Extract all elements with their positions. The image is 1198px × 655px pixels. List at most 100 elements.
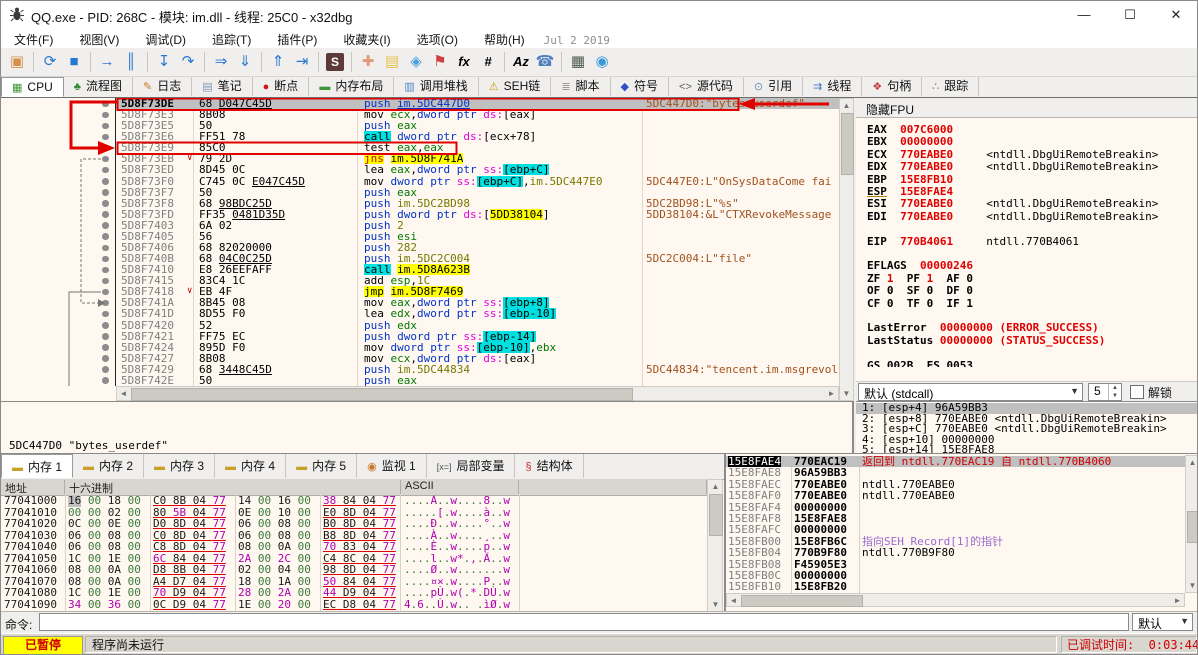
breakpoint-dot-icon[interactable] [102,288,109,296]
register-line[interactable]: CF 0 TF 0 IF 1 [867,297,1197,310]
command-mode-select[interactable]: 默认 ▼ [1132,613,1193,631]
patch-icon[interactable]: ✚ [356,50,380,74]
breakpoint-dot-icon[interactable] [102,100,109,107]
pause-icon[interactable]: ║ [119,50,143,74]
breakpoint-dot-icon[interactable] [102,222,109,229]
disasm-row[interactable]: 5D8F73F7 50 push eax [1,187,839,198]
notify-icon[interactable]: ☎ [533,50,557,74]
stack-rows[interactable]: 15E8FAE4 770EAC19 返回到 ntdll.770EAC19 自 ntd… [726,456,1185,593]
open-file-icon[interactable]: ▣ [5,50,29,74]
dump-tab-内存 1[interactable]: ▬ 内存 1 [1,454,74,478]
disasm-row[interactable]: 5D8F741D 8D55 F0 lea edx,dword ptr ss:[ebp… [1,308,839,320]
stepper-arrows-icon[interactable]: ▲ ▼ [1108,384,1121,400]
run-until-icon[interactable]: ⇥ [290,50,314,74]
breakpoint-dot-icon[interactable] [102,178,109,185]
tab-句柄[interactable]: ❖ 句柄 [862,77,923,96]
stack-row[interactable]: 15E8FB10 15E8FB20 [726,581,1185,593]
dump-row[interactable]: 77041090 34 00 36 00 0C D9 04 77 1E 00 20 0… [1,598,707,611]
close-button[interactable]: ✕ [1153,1,1197,29]
menu-文件(F)[interactable]: 文件(F) [1,29,66,48]
tab-内存布局[interactable]: ▬ 内存布局 [309,77,395,96]
tab-跟踪[interactable]: ∴ 跟踪 [922,77,980,96]
dump-tab-监视 1[interactable]: ◉ 监视 1 [357,454,427,478]
hash-icon[interactable]: # [476,50,500,74]
function-icon[interactable]: fx [452,50,476,74]
breakpoint-dot-icon[interactable] [102,255,109,263]
maximize-button[interactable]: ☐ [1107,1,1153,29]
donate-globe-icon[interactable]: ◉ [590,50,614,74]
step-over-icon[interactable]: ↷ [176,50,200,74]
menu-选项(O)[interactable]: 选项(O) [404,29,471,48]
arg-depth-stepper[interactable]: 5 ▲ ▼ [1088,383,1122,401]
breakpoint-dot-icon[interactable] [102,233,109,240]
breakpoint-dot-icon[interactable] [102,322,109,329]
breakpoint-dot-icon[interactable] [102,266,109,274]
breakpoint-dot-icon[interactable] [102,189,109,196]
menu-帮助(H)[interactable]: 帮助(H) [471,29,538,48]
breakpoint-dot-icon[interactable] [102,277,109,285]
tab-引用[interactable]: ⊙ 引用 [744,77,804,96]
hide-fpu-button[interactable]: 隐藏FPU [856,98,1197,118]
disassembly-panel[interactable]: 5D8F73DE 68 D047C45D push im.5DC447D0 5DC44… [1,98,854,548]
breakpoint-dot-icon[interactable] [102,111,109,119]
register-line[interactable]: EIP 770B4061 ntdll.770B4061 [867,235,1197,248]
breakpoint-dot-icon[interactable] [102,344,109,351]
breakpoint-dot-icon[interactable] [102,211,109,218]
assemble-icon[interactable]: Az [509,50,533,74]
breakpoint-dot-icon[interactable] [102,166,109,174]
menu-插件(P)[interactable]: 插件(P) [264,29,330,48]
dump-tab-内存 3[interactable]: ▬ 内存 3 [144,454,216,478]
disasm-row[interactable]: 5D8F742E 50 push eax [1,375,839,386]
command-input[interactable] [39,613,1129,631]
stop-icon[interactable]: ■ [62,50,86,74]
stack-args-panel[interactable]: 1: [esp+4] 96A59BB3 2: [esp+8] 770EABE0 <… [856,401,1197,455]
disasm-row[interactable]: 5D8F7421 FF75 EC push dword ptr ss:[ebp-14… [1,330,839,342]
tab-源代码[interactable]: <> 源代码 [669,77,744,96]
tab-符号[interactable]: ◆ 符号 [611,77,670,96]
breakpoint-dot-icon[interactable] [102,366,109,373]
breakpoint-dot-icon[interactable] [102,299,109,307]
breakpoint-dot-icon[interactable] [102,122,109,130]
tab-调用堆栈[interactable]: ▥ 调用堆栈 [394,77,479,96]
run-icon[interactable]: → [95,50,119,74]
breakpoint-dot-icon[interactable] [102,333,109,340]
tab-笔记[interactable]: ▤ 笔记 [192,77,253,96]
dump-tab-局部变量[interactable]: [x=] 局部变量 [427,454,516,478]
breakpoint-dot-icon[interactable] [102,155,109,163]
step-into-icon[interactable]: ↧ [152,50,176,74]
calling-convention-select[interactable]: 默认 (stdcall) ▼ [858,383,1083,401]
minimize-button[interactable]: — [1061,1,1107,29]
dump-tab-内存 2[interactable]: ▬ 内存 2 [73,454,145,478]
tab-断点[interactable]: ● 断点 [253,77,310,96]
step-out-icon[interactable]: ⇑ [266,50,290,74]
tab-日志[interactable]: ✎ 日志 [133,77,193,96]
breakpoint-dot-icon[interactable] [102,377,109,384]
disasm-row[interactable]: 5D8F7420 52 push edx [1,320,839,331]
menu-调试(D)[interactable]: 调试(D) [132,29,199,48]
dump-tab-内存 5[interactable]: ▬ 内存 5 [286,454,358,478]
label-icon[interactable]: ◈ [404,50,428,74]
breakpoint-dot-icon[interactable] [102,310,109,318]
dump-tab-结构体[interactable]: § 结构体 [515,454,584,478]
tab-脚本[interactable]: ≣ 脚本 [551,77,611,96]
stack-vertical-scrollbar[interactable]: ▲ ▼ [1185,455,1197,593]
register-line[interactable]: GS 002B FS 0053 [867,359,1197,367]
tab-CPU[interactable]: ▦ CPU [1,77,64,97]
dump-rows[interactable]: 77041000 16 00 18 00 C0 8B 04 77 14 00 16 0… [1,495,707,612]
disasm-vertical-scrollbar[interactable]: ▲ ▼ [839,98,854,401]
restart-icon[interactable]: ⟳ [38,50,62,74]
disasm-row[interactable]: 5D8F73F0 C745 0C E047C45D mov dword ptr ss… [1,175,839,187]
register-line[interactable]: LastStatus 00000000 (STATUS_SUCCESS) [867,334,1197,347]
bookmark-icon[interactable]: ⚑ [428,50,452,74]
breakpoint-dot-icon[interactable] [102,244,109,251]
execute-till-return-icon[interactable]: ⇓ [233,50,257,74]
comment-icon[interactable]: ▤ [380,50,404,74]
calculator-icon[interactable]: ▦ [566,50,590,74]
breakpoint-dot-icon[interactable] [102,200,109,207]
menu-收藏夹(I)[interactable]: 收藏夹(I) [330,29,403,48]
dump-tab-内存 4[interactable]: ▬ 内存 4 [215,454,287,478]
breakpoint-dot-icon[interactable] [102,133,109,141]
stack-horizontal-scrollbar[interactable]: ◄ ► [726,593,1185,607]
breakpoint-dot-icon[interactable] [102,355,109,362]
tab-线程[interactable]: ⇉ 线程 [803,77,863,96]
